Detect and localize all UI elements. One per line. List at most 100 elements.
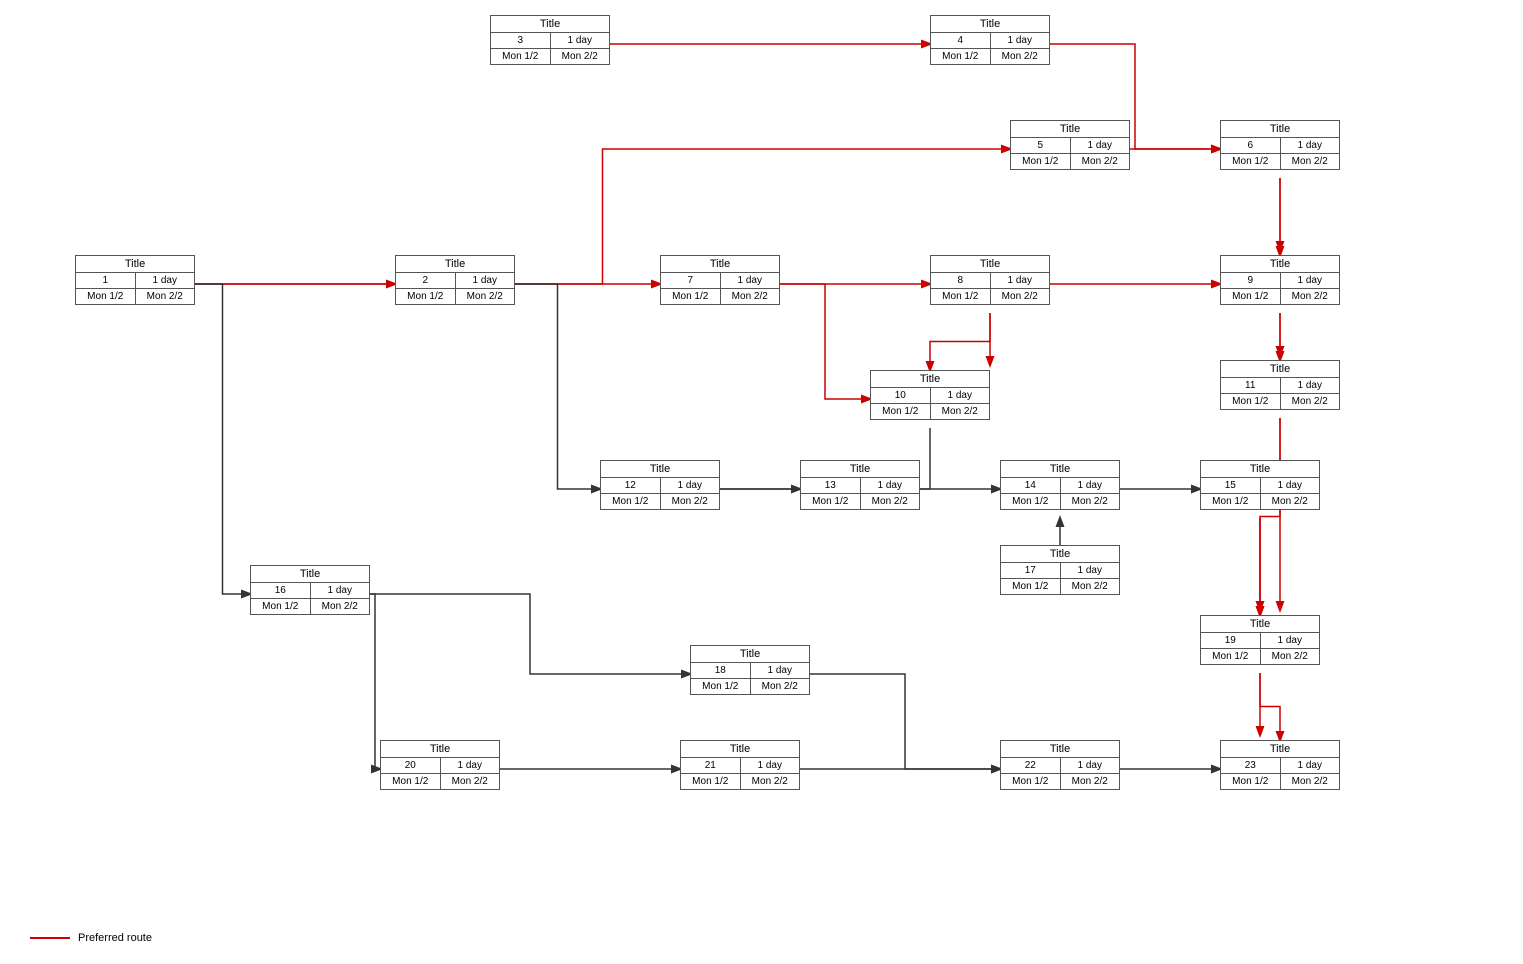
task-card-7[interactable]: Title 7 1 day Mon 1/2 Mon 2/2 <box>660 255 780 305</box>
task-card-13[interactable]: Title 13 1 day Mon 1/2 Mon 2/2 <box>800 460 920 510</box>
card-start-4: Mon 1/2 <box>931 49 991 64</box>
task-card-20[interactable]: Title 20 1 day Mon 1/2 Mon 2/2 <box>380 740 500 790</box>
card-dur-1: 1 day <box>136 273 195 288</box>
card-dur-4: 1 day <box>991 33 1050 48</box>
task-card-1[interactable]: Title 1 1 day Mon 1/2 Mon 2/2 <box>75 255 195 305</box>
card-start-1: Mon 1/2 <box>76 289 136 304</box>
task-card-17[interactable]: Title 17 1 day Mon 1/2 Mon 2/2 <box>1000 545 1120 595</box>
card-start-15: Mon 1/2 <box>1201 494 1261 509</box>
card-dur-23: 1 day <box>1281 758 1340 773</box>
card-dur-11: 1 day <box>1281 378 1340 393</box>
card-num-15: 15 <box>1201 478 1261 493</box>
card-end-14: Mon 2/2 <box>1061 494 1120 509</box>
task-card-12[interactable]: Title 12 1 day Mon 1/2 Mon 2/2 <box>600 460 720 510</box>
task-card-3[interactable]: Title 3 1 day Mon 1/2 Mon 2/2 <box>490 15 610 65</box>
card-num-4: 4 <box>931 33 991 48</box>
card-end-9: Mon 2/2 <box>1281 289 1340 304</box>
legend: Preferred route <box>30 932 152 944</box>
legend-label: Preferred route <box>78 932 152 944</box>
card-dur-9: 1 day <box>1281 273 1340 288</box>
card-end-12: Mon 2/2 <box>661 494 720 509</box>
card-end-10: Mon 2/2 <box>931 404 990 419</box>
card-num-11: 11 <box>1221 378 1281 393</box>
card-title-18: Title <box>691 646 809 663</box>
card-num-2: 2 <box>396 273 456 288</box>
task-card-10[interactable]: Title 10 1 day Mon 1/2 Mon 2/2 <box>870 370 990 420</box>
card-dur-19: 1 day <box>1261 633 1320 648</box>
card-end-20: Mon 2/2 <box>441 774 500 789</box>
card-title-13: Title <box>801 461 919 478</box>
task-card-2[interactable]: Title 2 1 day Mon 1/2 Mon 2/2 <box>395 255 515 305</box>
task-card-11[interactable]: Title 11 1 day Mon 1/2 Mon 2/2 <box>1220 360 1340 410</box>
task-card-14[interactable]: Title 14 1 day Mon 1/2 Mon 2/2 <box>1000 460 1120 510</box>
card-dur-8: 1 day <box>991 273 1050 288</box>
task-card-19[interactable]: Title 19 1 day Mon 1/2 Mon 2/2 <box>1200 615 1320 665</box>
card-dur-12: 1 day <box>661 478 720 493</box>
task-card-22[interactable]: Title 22 1 day Mon 1/2 Mon 2/2 <box>1000 740 1120 790</box>
legend-line <box>30 937 70 939</box>
card-num-17: 17 <box>1001 563 1061 578</box>
card-start-9: Mon 1/2 <box>1221 289 1281 304</box>
card-title-17: Title <box>1001 546 1119 563</box>
card-dur-13: 1 day <box>861 478 920 493</box>
card-num-3: 3 <box>491 33 551 48</box>
card-end-1: Mon 2/2 <box>136 289 195 304</box>
task-card-16[interactable]: Title 16 1 day Mon 1/2 Mon 2/2 <box>250 565 370 615</box>
card-num-7: 7 <box>661 273 721 288</box>
card-title-4: Title <box>931 16 1049 33</box>
card-title-9: Title <box>1221 256 1339 273</box>
card-end-22: Mon 2/2 <box>1061 774 1120 789</box>
card-title-14: Title <box>1001 461 1119 478</box>
task-card-8[interactable]: Title 8 1 day Mon 1/2 Mon 2/2 <box>930 255 1050 305</box>
card-start-13: Mon 1/2 <box>801 494 861 509</box>
card-num-20: 20 <box>381 758 441 773</box>
card-end-16: Mon 2/2 <box>311 599 370 614</box>
card-title-12: Title <box>601 461 719 478</box>
card-dur-15: 1 day <box>1261 478 1320 493</box>
card-dur-2: 1 day <box>456 273 515 288</box>
card-title-21: Title <box>681 741 799 758</box>
task-card-6[interactable]: Title 6 1 day Mon 1/2 Mon 2/2 <box>1220 120 1340 170</box>
card-dur-22: 1 day <box>1061 758 1120 773</box>
card-end-11: Mon 2/2 <box>1281 394 1340 409</box>
card-dur-3: 1 day <box>551 33 610 48</box>
card-num-6: 6 <box>1221 138 1281 153</box>
task-card-9[interactable]: Title 9 1 day Mon 1/2 Mon 2/2 <box>1220 255 1340 305</box>
card-num-18: 18 <box>691 663 751 678</box>
task-card-18[interactable]: Title 18 1 day Mon 1/2 Mon 2/2 <box>690 645 810 695</box>
card-dur-16: 1 day <box>311 583 370 598</box>
card-title-6: Title <box>1221 121 1339 138</box>
card-num-9: 9 <box>1221 273 1281 288</box>
card-start-16: Mon 1/2 <box>251 599 311 614</box>
card-num-16: 16 <box>251 583 311 598</box>
card-num-5: 5 <box>1011 138 1071 153</box>
card-dur-10: 1 day <box>931 388 990 403</box>
task-card-5[interactable]: Title 5 1 day Mon 1/2 Mon 2/2 <box>1010 120 1130 170</box>
card-num-21: 21 <box>681 758 741 773</box>
card-title-23: Title <box>1221 741 1339 758</box>
card-num-19: 19 <box>1201 633 1261 648</box>
card-end-6: Mon 2/2 <box>1281 154 1340 169</box>
card-title-20: Title <box>381 741 499 758</box>
card-title-19: Title <box>1201 616 1319 633</box>
card-num-14: 14 <box>1001 478 1061 493</box>
task-card-23[interactable]: Title 23 1 day Mon 1/2 Mon 2/2 <box>1220 740 1340 790</box>
card-start-5: Mon 1/2 <box>1011 154 1071 169</box>
card-start-17: Mon 1/2 <box>1001 579 1061 594</box>
card-title-22: Title <box>1001 741 1119 758</box>
task-card-4[interactable]: Title 4 1 day Mon 1/2 Mon 2/2 <box>930 15 1050 65</box>
card-end-2: Mon 2/2 <box>456 289 515 304</box>
card-start-7: Mon 1/2 <box>661 289 721 304</box>
card-start-11: Mon 1/2 <box>1221 394 1281 409</box>
card-num-13: 13 <box>801 478 861 493</box>
card-end-4: Mon 2/2 <box>991 49 1050 64</box>
card-title-15: Title <box>1201 461 1319 478</box>
card-end-21: Mon 2/2 <box>741 774 800 789</box>
task-card-21[interactable]: Title 21 1 day Mon 1/2 Mon 2/2 <box>680 740 800 790</box>
card-title-11: Title <box>1221 361 1339 378</box>
card-num-8: 8 <box>931 273 991 288</box>
task-card-15[interactable]: Title 15 1 day Mon 1/2 Mon 2/2 <box>1200 460 1320 510</box>
card-start-12: Mon 1/2 <box>601 494 661 509</box>
card-dur-14: 1 day <box>1061 478 1120 493</box>
card-dur-17: 1 day <box>1061 563 1120 578</box>
